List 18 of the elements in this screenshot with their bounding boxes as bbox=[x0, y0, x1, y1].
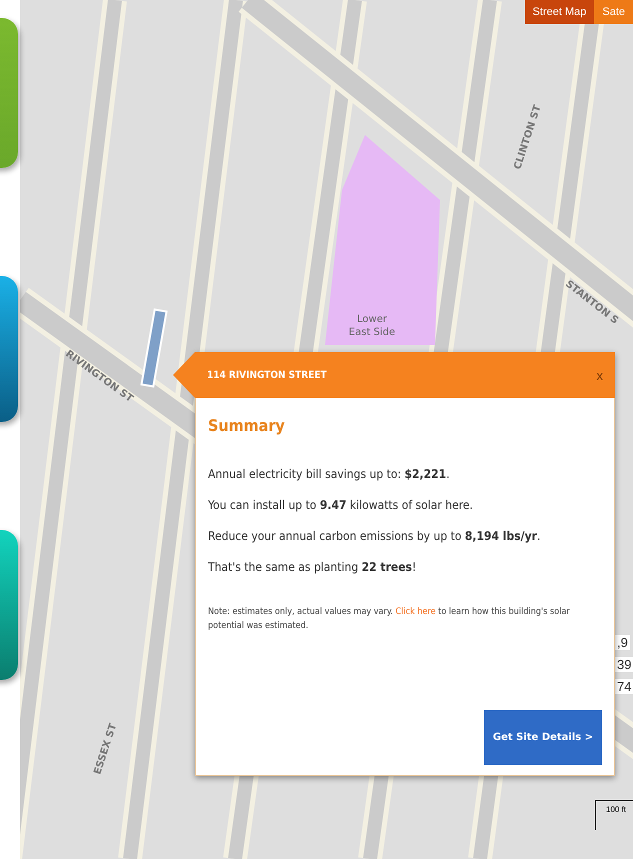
place-label: Lower bbox=[357, 314, 387, 325]
place-label: East Side bbox=[348, 327, 396, 338]
summary-heading: Summary bbox=[208, 416, 286, 435]
map-number: ,9 bbox=[615, 635, 630, 650]
summary-fact: That's the same as planting 22 trees! bbox=[208, 560, 418, 574]
summary-fact: Reduce your annual carbon emissions by up to 8,194 lbs/yr. bbox=[208, 529, 542, 543]
address-title: 114 RIVINGTON STREET bbox=[207, 370, 327, 380]
map-type-tab[interactable]: Sate bbox=[594, 0, 633, 24]
site-details-button[interactable]: Get Site Details > bbox=[484, 710, 602, 765]
map-number: 39 bbox=[615, 657, 633, 672]
click-here-link[interactable]: Click here bbox=[396, 607, 436, 617]
estimate-note: Note: estimates only, actual values may vary. Click here to learn how this building's solar potential was estimated. bbox=[208, 606, 571, 634]
close-button[interactable]: x bbox=[594, 368, 605, 382]
map-number: 74 bbox=[615, 679, 633, 694]
summary-fact: You can install up to 9.47 kilowatts of solar here. bbox=[208, 498, 474, 512]
summary-fact: Annual electricity bill savings up to: $2,221. bbox=[208, 467, 451, 481]
scale-bar: 100 ft bbox=[595, 800, 633, 830]
map-type-tab[interactable]: Street Map bbox=[524, 0, 594, 24]
